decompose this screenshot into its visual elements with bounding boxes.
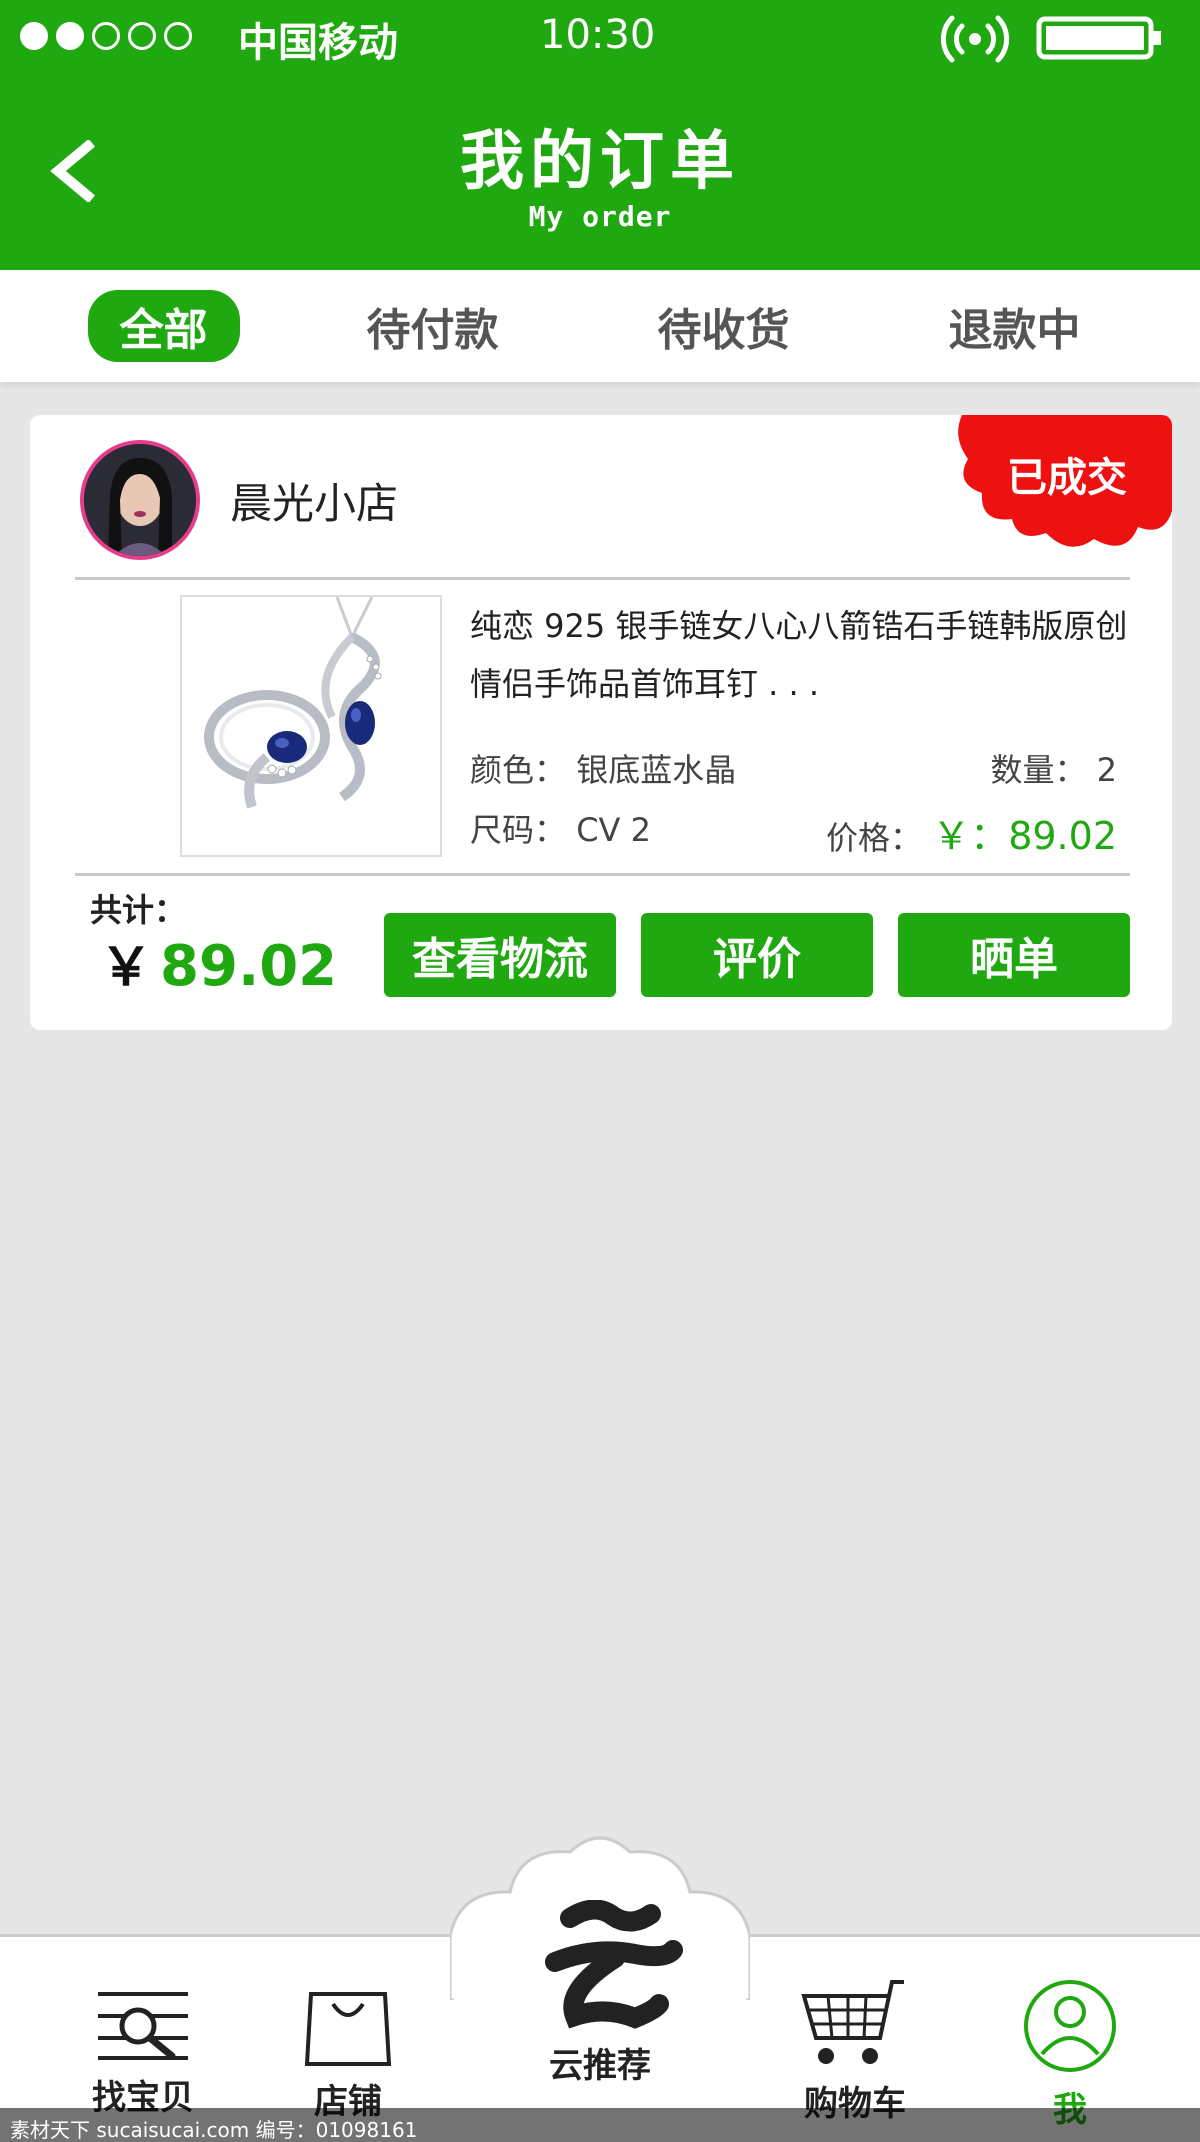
product-image[interactable]: [180, 595, 442, 857]
divider: [75, 577, 1130, 580]
product-price: 价格： ￥：89.02: [826, 805, 1117, 860]
page-title: 我的订单: [460, 125, 740, 199]
shopping-bag-icon: [304, 1992, 392, 2066]
nav-find-items[interactable]: 找宝贝: [88, 1990, 198, 2119]
share-order-button[interactable]: 晒单: [898, 913, 1130, 997]
view-logistics-button[interactable]: 查看物流: [384, 913, 616, 997]
total-amount: ￥ 89.02: [100, 925, 337, 1000]
status-bar: 中国移动 10:30: [0, 0, 1200, 75]
page-subtitle: My order: [528, 200, 672, 233]
app-header: 中国移动 10:30 我的订单 My order: [0, 0, 1200, 270]
product-color: 颜色： 银底蓝水晶: [470, 745, 736, 791]
product-size: 尺码： CV 2: [470, 805, 651, 851]
review-button[interactable]: 评价: [641, 913, 873, 997]
qty-value: 2: [1096, 751, 1117, 789]
total-currency: ￥: [100, 938, 153, 998]
order-status-text: 已成交: [1007, 455, 1127, 501]
nav-cloud-recommend[interactable]: 云推荐: [535, 1900, 683, 2087]
product-quantity: 数量： 2: [990, 745, 1117, 791]
order-tabs: 全部 待付款 待收货 退款中: [0, 270, 1200, 382]
color-label: 颜色：: [470, 751, 567, 789]
size-label: 尺码：: [470, 811, 567, 849]
order-status-badge: 已成交: [942, 415, 1172, 555]
size-value: CV 2: [576, 811, 651, 849]
cloud-recommend-icon: [545, 1900, 683, 2029]
total-value: 89.02: [160, 934, 338, 999]
qty-label: 数量：: [990, 751, 1087, 789]
order-card[interactable]: 晨光小店 已成交 纯恋 925 银手链女八心八箭锆石手链韩版原创情侣手饰品首饰耳…: [30, 415, 1172, 1030]
nav-cloud-recommend-label: 云推荐: [549, 2046, 651, 2086]
battery-icon: [1036, 16, 1161, 60]
shop-avatar: [80, 440, 200, 560]
color-value: 银底蓝水晶: [576, 751, 737, 789]
price-value: ￥：89.02: [932, 814, 1117, 858]
shop-name: 晨光小店: [230, 478, 399, 528]
price-label: 价格：: [826, 819, 923, 857]
watermark: 素材天下 sucaisucai.com 编号：01098161: [0, 2108, 1200, 2142]
product-title[interactable]: 纯恋 925 银手链女八心八箭锆石手链韩版原创情侣手饰品首饰耳钉 . . .: [470, 597, 1150, 713]
user-icon: [1024, 1980, 1116, 2072]
cart-icon: [801, 1980, 904, 2064]
search-list-icon: [98, 1992, 188, 2060]
signal-strength-icon: [20, 22, 192, 50]
nav-store[interactable]: 店铺: [298, 1990, 398, 2123]
carrier-name: 中国移动: [238, 20, 398, 66]
shop-header[interactable]: 晨光小店: [80, 440, 398, 560]
tab-all[interactable]: 全部: [87, 290, 240, 362]
status-time: 10:30: [540, 12, 656, 58]
nav-cart[interactable]: 购物车: [790, 1978, 920, 2125]
divider: [75, 873, 1130, 876]
wireless-icon: [940, 15, 1010, 63]
tab-refunding[interactable]: 退款中: [917, 290, 1113, 362]
tab-pending-receipt[interactable]: 待收货: [626, 290, 822, 362]
tab-pending-payment[interactable]: 待付款: [335, 290, 531, 362]
page-title-block: 我的订单 My order: [0, 130, 1200, 233]
